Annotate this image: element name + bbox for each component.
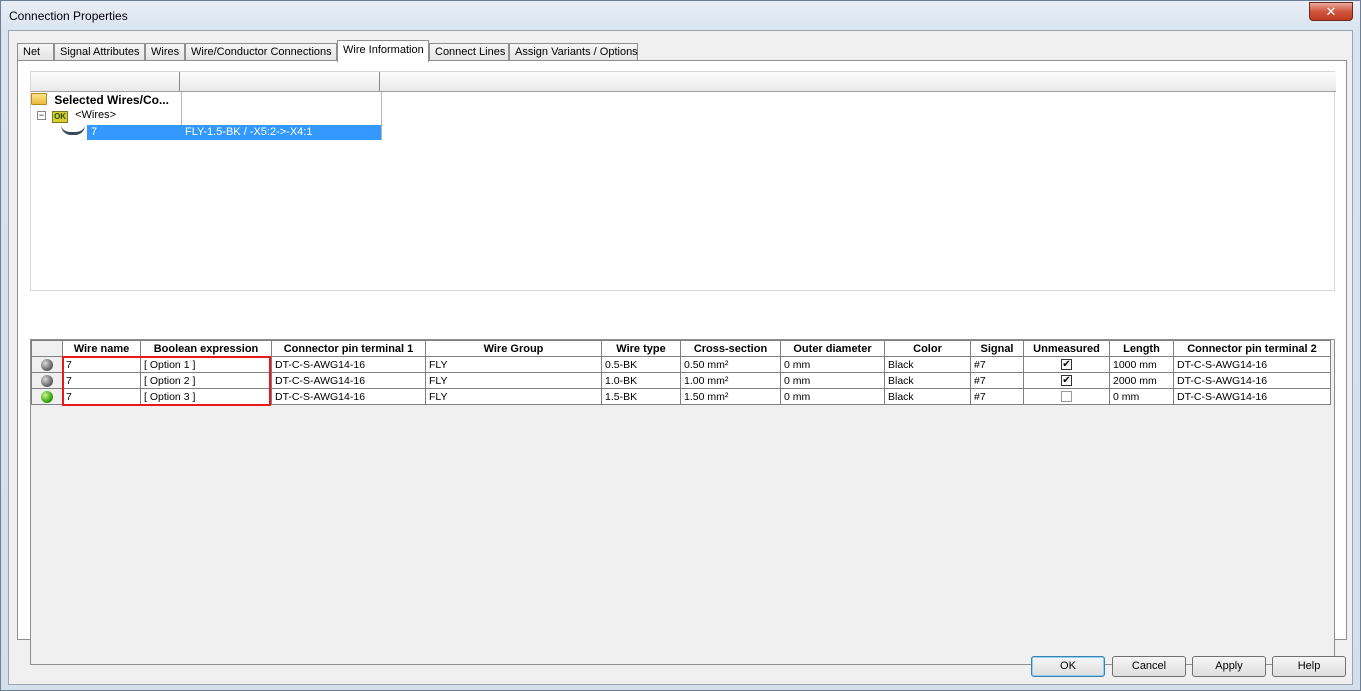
color-cell[interactable]: Black	[884, 356, 971, 373]
boolean-expression-cell[interactable]: [ Option 1 ]	[140, 356, 272, 373]
signal-cell[interactable]: #7	[970, 372, 1024, 389]
boolean-expression-cell[interactable]: [ Option 3 ]	[140, 388, 272, 405]
wire-type-cell[interactable]: 1.0-BK	[601, 372, 681, 389]
status-cell	[31, 356, 63, 373]
close-button[interactable]: ✕	[1309, 2, 1353, 21]
status-green-led-icon	[41, 390, 53, 403]
connector-pin-terminal-1-cell[interactable]: DT-C-S-AWG14-16	[271, 356, 426, 373]
signal-cell[interactable]: #7	[970, 388, 1024, 405]
cross-section-cell[interactable]: 0.50 mm²	[680, 356, 781, 373]
status-grey-led-icon	[41, 374, 53, 387]
status-grey-led-icon	[41, 358, 53, 371]
tree-root-node[interactable]: Selected Wires/Co...	[31, 93, 169, 109]
unmeasured-cell: ✔	[1023, 372, 1110, 389]
tree-root-label: Selected Wires/Co...	[54, 93, 169, 107]
length-cell[interactable]: 2000 mm	[1109, 372, 1174, 389]
connector-pin-terminal-2-cell[interactable]: DT-C-S-AWG14-16	[1173, 372, 1331, 389]
window-title: Connection Properties	[9, 9, 128, 23]
tree-column-divider	[381, 92, 382, 140]
connector-pin-terminal-1-cell[interactable]: DT-C-S-AWG14-16	[271, 372, 426, 389]
title-bar[interactable]: Connection Properties ✕	[1, 1, 1360, 29]
help-button[interactable]: Help	[1272, 656, 1346, 677]
column-header-boolean-expression[interactable]: Boolean expression	[140, 340, 272, 357]
status-column-header[interactable]	[31, 340, 63, 357]
connector-pin-terminal-1-cell[interactable]: DT-C-S-AWG14-16	[271, 388, 426, 405]
tree-wires-node[interactable]: − OK <Wires>	[37, 109, 116, 125]
wire-group-cell[interactable]: FLY	[425, 372, 602, 389]
tab-net[interactable]: Net	[17, 43, 54, 61]
connector-pin-terminal-2-cell[interactable]: DT-C-S-AWG14-16	[1173, 388, 1331, 405]
unmeasured-checkbox-unchecked[interactable]	[1061, 391, 1072, 403]
cancel-button[interactable]: Cancel	[1112, 656, 1186, 677]
table-row[interactable]: 7 [ Option 1 ] DT-C-S-AWG14-16 FLY 0.5-B…	[31, 356, 1331, 373]
tab-assign-variants-options[interactable]: Assign Variants / Options	[509, 43, 638, 61]
tab-wire-information[interactable]: Wire Information	[337, 40, 429, 62]
folder-icon	[31, 93, 47, 105]
dialog-client-area: Net Signal Attributes Wires Wire/Conduct…	[8, 30, 1353, 685]
table-header-row: Wire name Boolean expression Connector p…	[31, 340, 1331, 357]
color-cell[interactable]: Black	[884, 388, 971, 405]
wire-group-cell[interactable]: FLY	[425, 356, 602, 373]
column-header-wire-name[interactable]: Wire name	[62, 340, 141, 357]
boolean-expression-cell[interactable]: [ Option 2 ]	[140, 372, 272, 389]
column-header-signal[interactable]: Signal	[970, 340, 1024, 357]
tree-wire-name: 7	[91, 126, 98, 138]
wire-group-cell[interactable]: FLY	[425, 388, 602, 405]
ok-button[interactable]: OK	[1031, 656, 1105, 677]
wire-type-cell[interactable]: 0.5-BK	[601, 356, 681, 373]
outer-diameter-cell[interactable]: 0 mm	[780, 372, 885, 389]
column-header-unmeasured[interactable]: Unmeasured	[1023, 340, 1110, 357]
wire-name-cell[interactable]: 7	[62, 356, 141, 373]
column-header-wire-type[interactable]: Wire type	[601, 340, 681, 357]
apply-button[interactable]: Apply	[1192, 656, 1266, 677]
wire-name-cell[interactable]: 7	[62, 388, 141, 405]
tab-signal-attributes[interactable]: Signal Attributes	[54, 43, 145, 61]
wire-icon	[61, 125, 85, 135]
dialog-window: Connection Properties ✕ Net Signal Attri…	[0, 0, 1361, 691]
status-cell	[31, 388, 63, 405]
cross-section-cell[interactable]: 1.50 mm²	[680, 388, 781, 405]
outer-diameter-cell[interactable]: 0 mm	[780, 388, 885, 405]
length-cell[interactable]: 1000 mm	[1109, 356, 1174, 373]
unmeasured-checkbox[interactable]: ✔	[1061, 359, 1072, 371]
tab-wire-conductor-connections[interactable]: Wire/Conductor Connections	[185, 43, 337, 61]
column-header-connector-pin-terminal-1[interactable]: Connector pin terminal 1	[271, 340, 426, 357]
wire-bundle-icon: OK	[52, 111, 69, 123]
tree-header-column-1[interactable]	[31, 72, 180, 91]
table-row[interactable]: 7 [ Option 3 ] DT-C-S-AWG14-16 FLY 1.5-B…	[31, 388, 1331, 405]
outer-diameter-cell[interactable]: 0 mm	[780, 356, 885, 373]
unmeasured-cell	[1023, 388, 1110, 405]
tree-wires-label: <Wires>	[75, 109, 117, 121]
status-cell	[31, 372, 63, 389]
wire-table: Wire name Boolean expression Connector p…	[31, 340, 1331, 405]
tree-wire-description: FLY-1.5-BK / -X5:2->-X4:1	[185, 126, 313, 138]
table-row[interactable]: 7 [ Option 2 ] DT-C-S-AWG14-16 FLY 1.0-B…	[31, 372, 1331, 389]
column-header-color[interactable]: Color	[884, 340, 971, 357]
wire-name-cell[interactable]: 7	[62, 372, 141, 389]
tree-header	[31, 72, 1336, 92]
column-header-wire-group[interactable]: Wire Group	[425, 340, 602, 357]
unmeasured-cell: ✔	[1023, 356, 1110, 373]
tree-header-column-2[interactable]	[180, 72, 380, 91]
column-header-length[interactable]: Length	[1109, 340, 1174, 357]
tab-connect-lines[interactable]: Connect Lines	[429, 43, 509, 61]
tree-wire-item-selected[interactable]: 7 FLY-1.5-BK / -X5:2->-X4:1	[87, 125, 381, 140]
wire-type-cell[interactable]: 1.5-BK	[601, 388, 681, 405]
tab-wires[interactable]: Wires	[145, 43, 185, 61]
length-cell[interactable]: 0 mm	[1109, 388, 1174, 405]
cross-section-cell[interactable]: 1.00 mm²	[680, 372, 781, 389]
column-header-cross-section[interactable]: Cross-section	[680, 340, 781, 357]
signal-cell[interactable]: #7	[970, 356, 1024, 373]
color-cell[interactable]: Black	[884, 372, 971, 389]
wire-information-panel: Selected Wires/Co... − OK <Wires> 7 FLY-…	[17, 60, 1347, 665]
selected-wires-tree[interactable]: Selected Wires/Co... − OK <Wires> 7 FLY-…	[30, 71, 1336, 291]
column-header-connector-pin-terminal-2[interactable]: Connector pin terminal 2	[1173, 340, 1331, 357]
wire-variants-grid[interactable]: Wire name Boolean expression Connector p…	[30, 339, 1335, 665]
unmeasured-checkbox[interactable]: ✔	[1061, 375, 1072, 387]
column-header-outer-diameter[interactable]: Outer diameter	[780, 340, 885, 357]
collapse-icon[interactable]: −	[37, 111, 46, 120]
connector-pin-terminal-2-cell[interactable]: DT-C-S-AWG14-16	[1173, 356, 1331, 373]
